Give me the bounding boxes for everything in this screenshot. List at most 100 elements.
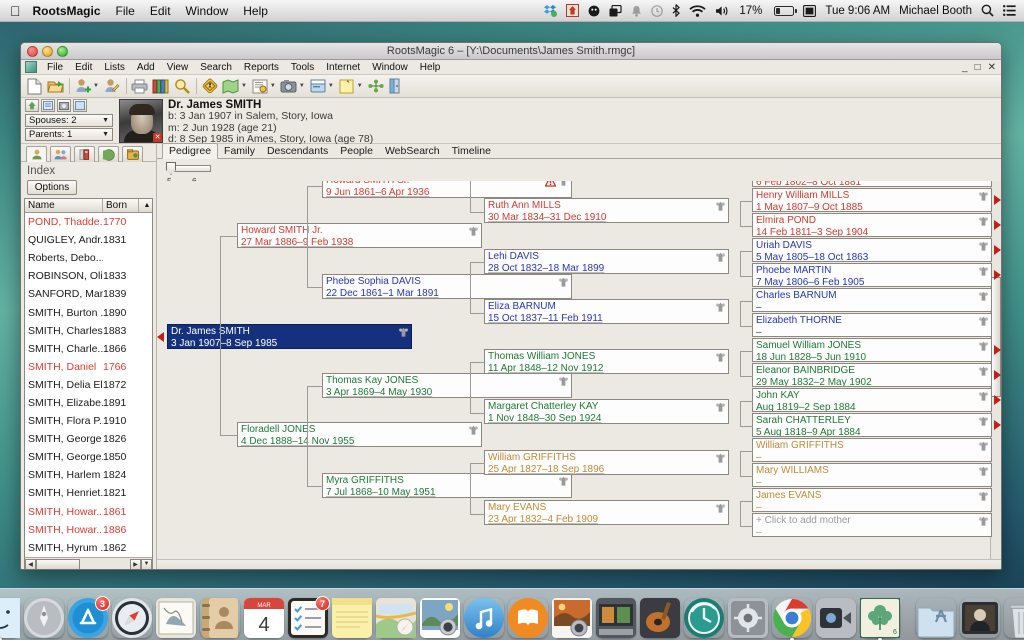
list-item[interactable]: SMITH, Burton ... 1890: [25, 303, 152, 321]
pedigree-person-box[interactable]: Thomas William JONES 11 Apr 1848–12 Nov 1…: [484, 349, 729, 374]
restore-control[interactable]: □: [975, 62, 981, 73]
family-tree-icon[interactable]: [978, 466, 989, 477]
list-item[interactable]: SMITH, Howar... 1886: [25, 521, 152, 539]
options-button[interactable]: Options: [27, 180, 77, 195]
app-menu-help[interactable]: Help: [414, 62, 447, 73]
list-item[interactable]: SMITH, Hyrum ... 1862: [25, 539, 152, 557]
expand-right-arrow[interactable]: [994, 195, 1001, 205]
list-item[interactable]: SMITH, Howar... 1861: [25, 503, 152, 521]
family-tree-icon[interactable]: [978, 316, 989, 327]
edit-person-icon[interactable]: [102, 77, 122, 96]
map-icon[interactable]: [221, 77, 241, 96]
family-tree-icon[interactable]: [978, 241, 989, 252]
scroll-left-button[interactable]: ◀: [25, 558, 36, 569]
sources-icon[interactable]: [250, 77, 270, 96]
pedigree-person-box[interactable]: + Click to add mother –: [752, 513, 992, 537]
dock-item-app-store[interactable]: 3: [68, 596, 110, 638]
pedigree-person-box[interactable]: Mary WILLIAMS –: [752, 463, 992, 487]
list-item[interactable]: QUIGLEY, Andr... 1831: [25, 231, 152, 249]
pedigree-person-box[interactable]: Floradell JONES 4 Dec 1888–14 Nov 1955: [237, 422, 482, 447]
expand-right-arrow[interactable]: [994, 370, 1001, 380]
app-menu-search[interactable]: Search: [194, 62, 238, 73]
chevron-down-icon[interactable]: ▼: [328, 83, 334, 89]
pedigree-person-box[interactable]: Margaret Chatterley KAY 1 Nov 1848–30 Sep…: [484, 399, 729, 424]
list-item[interactable]: ROBINSON, Oli...1833: [25, 267, 152, 285]
dock-item-imovie[interactable]: [596, 598, 636, 638]
pedigree-person-box[interactable]: John KAY Aug 1819–2 Sep 1884: [752, 388, 992, 412]
tab-websearch[interactable]: WebSearch: [379, 144, 446, 158]
app-menu-view[interactable]: View: [161, 62, 195, 73]
family-tree-icon[interactable]: [978, 491, 989, 502]
chevron-down-icon[interactable]: ▼: [241, 83, 247, 89]
dock-item-finder[interactable]: [0, 598, 20, 640]
sidebar-item-history[interactable]: [122, 146, 143, 162]
pedigree-person-box[interactable]: Charles BARNUM –: [752, 288, 992, 312]
expand-left-arrow[interactable]: [157, 331, 164, 342]
screens-icon[interactable]: [609, 4, 622, 17]
pedigree-person-box[interactable]: Mary EVANS 23 Apr 1832–4 Feb 1909: [484, 500, 729, 525]
dock-item-garageband[interactable]: [640, 598, 680, 638]
expand-right-arrow[interactable]: [994, 395, 1001, 405]
dock-item-calendar[interactable]: MAR 4: [244, 598, 284, 638]
list-item[interactable]: SMITH, Flora P... 1910: [25, 412, 152, 430]
family-tree-icon[interactable]: [715, 252, 726, 263]
dock-item-contacts[interactable]: [200, 598, 240, 638]
list-item[interactable]: SMITH, George... 1850: [25, 448, 152, 466]
pedigree-person-box[interactable]: Myra GRIFFITHS 7 Jul 1868–10 May 1951: [322, 473, 572, 498]
list-item[interactable]: POND, Thadde... 1770: [25, 213, 152, 231]
pedigree-person-box[interactable]: James EVANS –: [752, 488, 992, 512]
apple-icon[interactable]: : [10, 4, 21, 18]
pedigree-person-box[interactable]: Samuel William JONES 18 Jun 1828–5 Jun 19…: [752, 338, 992, 362]
menu-app-name[interactable]: RootsMagic: [33, 4, 101, 18]
family-tree-icon[interactable]: [978, 366, 989, 377]
pedigree-person-box[interactable]: Howard SMITH Jr. 27 Mar 1886–9 Feb 1938: [237, 223, 482, 248]
walk-tree-icon[interactable]: [200, 77, 220, 96]
search-icon[interactable]: [172, 77, 192, 96]
dock-item-trash[interactable]: [1004, 598, 1024, 639]
close-control[interactable]: ✕: [988, 62, 996, 73]
chevron-down-icon[interactable]: ▼: [102, 117, 109, 124]
wifi-icon[interactable]: [689, 4, 706, 17]
pedigree-person-box[interactable]: William GRIFFITHS –: [752, 438, 992, 462]
expand-right-arrow[interactable]: [994, 220, 1001, 230]
pedigree-person-box[interactable]: Dr. James SMITH 3 Jan 1907–8 Sep 1985: [167, 324, 412, 349]
tab-family[interactable]: Family: [218, 144, 261, 158]
chevron-down-icon[interactable]: ▼: [299, 83, 305, 89]
expand-right-arrow[interactable]: [994, 270, 1001, 280]
dock-item-safari[interactable]: [112, 598, 152, 638]
family-tree-icon[interactable]: [558, 181, 569, 187]
menu-window[interactable]: Window: [186, 4, 229, 18]
pedigree-person-box[interactable]: Lehi DAVIS 28 Oct 1832–18 Mar 1899: [484, 249, 729, 274]
remove-photo-badge[interactable]: ✕: [153, 133, 162, 142]
pedigree-person-box[interactable]: Eliza BARNUM 15 Oct 1837–11 Feb 1911: [484, 299, 729, 324]
bluetooth-icon[interactable]: [672, 4, 681, 17]
dock-item-itunes[interactable]: [464, 598, 504, 638]
input-source-icon[interactable]: [803, 4, 817, 17]
bell-icon[interactable]: [631, 5, 642, 17]
tab-people[interactable]: People: [334, 144, 379, 158]
notification-center-icon[interactable]: [1003, 5, 1016, 16]
pedigree-person-box[interactable]: Phebe Sophia DAVIS 22 Dec 1861–1 Mar 1891: [322, 274, 572, 299]
pedigree-person-box[interactable]: Thomas Kay JONES 3 Apr 1869–4 May 1930: [322, 373, 572, 398]
scroll-down-button[interactable]: ▼: [141, 558, 152, 569]
expand-right-arrow[interactable]: [994, 245, 1001, 255]
family-tree-icon[interactable]: [715, 302, 726, 313]
dock-item-mail[interactable]: [156, 598, 196, 638]
pedigree-person-box[interactable]: Betsy (Elizabeth) MEAD6 Feb 1802–8 Oct 1…: [752, 181, 992, 187]
family-tree-icon[interactable]: [468, 425, 479, 436]
family-tree-icon[interactable]: [978, 416, 989, 427]
pedigree-person-box[interactable]: Eleanor BAINBRIDGE 29 May 1832–2 May 1902: [752, 363, 992, 387]
app-menu-add[interactable]: Add: [131, 62, 161, 73]
scroll-right-button[interactable]: ▶: [130, 558, 141, 569]
warning-icon[interactable]: [544, 181, 557, 187]
dock-item-ibooks[interactable]: [508, 598, 548, 638]
dock-item-rootsmagic[interactable]: 6: [859, 597, 901, 640]
pedigree-person-box[interactable]: Elmira POND 14 Feb 1811–3 Sep 1904: [752, 213, 992, 237]
time-machine-icon[interactable]: [651, 4, 664, 17]
list-item[interactable]: SMITH, Charles 1883: [25, 322, 152, 340]
sidebar-item-bookmarks[interactable]: [74, 146, 95, 162]
dock-item-facetime[interactable]: [816, 598, 856, 638]
note-icon[interactable]: [337, 77, 357, 96]
dock-item-reminders[interactable]: 7: [288, 596, 330, 638]
pedigree-person-box[interactable]: Elizabeth THORNE –: [752, 313, 992, 337]
